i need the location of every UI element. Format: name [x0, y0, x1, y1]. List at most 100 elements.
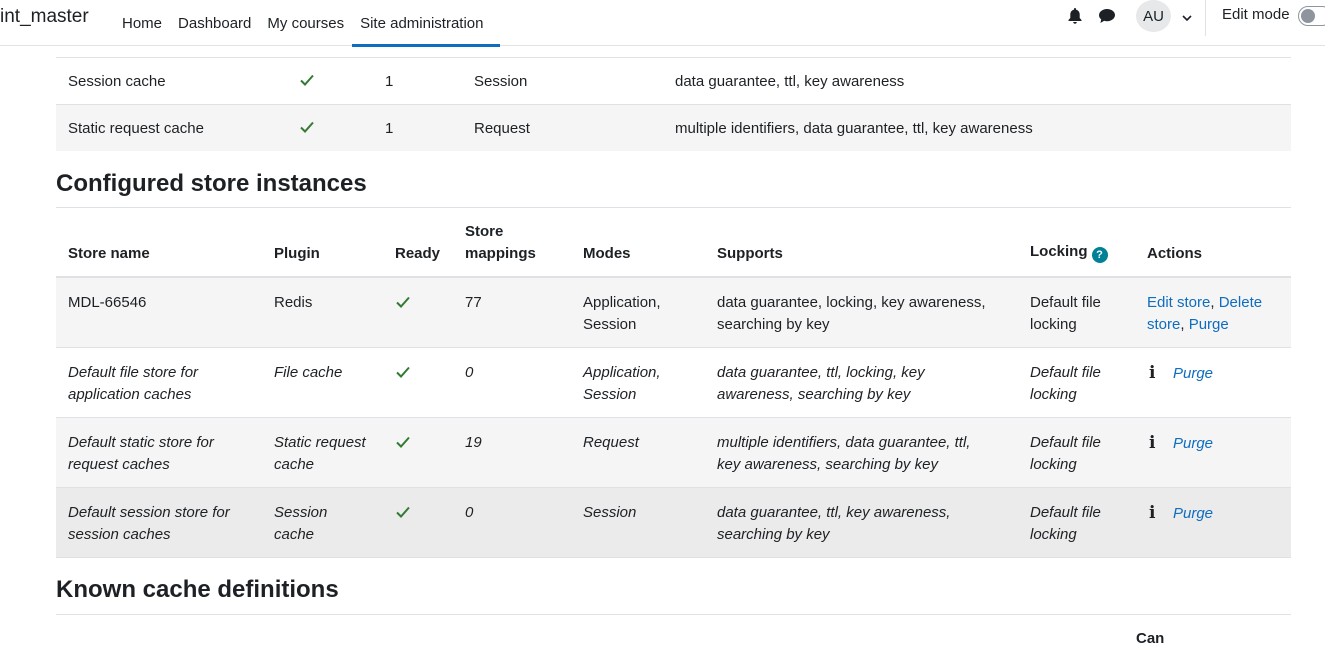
- store-locking-line1: Default file: [1030, 364, 1101, 381]
- store-locking-line2: locking: [1030, 386, 1077, 403]
- cache-definitions-heading: Known cache definitions: [56, 576, 339, 603]
- store-name-line1: Default static store for: [68, 434, 214, 451]
- store-modes: Application, Session: [583, 292, 661, 336]
- help-icon[interactable]: ?: [1091, 247, 1108, 263]
- col-actions: Actions: [1147, 245, 1203, 262]
- ready-check-icon: [299, 72, 315, 92]
- section-divider: [56, 614, 1291, 615]
- store-modes-line1: Application,: [583, 294, 661, 311]
- edit-store-link[interactable]: Edit store: [1147, 294, 1210, 311]
- store-name: Default file store for application cache…: [68, 362, 198, 406]
- store-mappings: 19: [465, 434, 482, 451]
- plugin-name: Static request cache: [68, 120, 204, 137]
- store-modes-line2: Session: [583, 316, 637, 333]
- col-plugin[interactable]: Plugin: [274, 243, 320, 265]
- store-actions: i Purge: [1149, 502, 1213, 525]
- store-modes: Request: [583, 434, 639, 451]
- store-locking-line1: Default file: [1030, 504, 1101, 521]
- store-locking-line2: locking: [1030, 526, 1077, 543]
- store-supports-line2: searching by key: [717, 316, 830, 333]
- notifications-bell-icon[interactable]: [1064, 5, 1086, 27]
- store-supports-line2: awareness, searching by key: [717, 386, 911, 403]
- store-plugin: Redis: [274, 294, 313, 311]
- store-mappings: 0: [465, 504, 474, 521]
- messages-chat-icon[interactable]: [1096, 5, 1118, 27]
- store-modes: Application, Session: [583, 362, 661, 406]
- store-supports: data guarantee, ttl, locking, key awaren…: [717, 362, 925, 406]
- store-actions: i Purge: [1149, 362, 1213, 385]
- store-actions: Edit store, Delete store, Purge: [1147, 294, 1263, 333]
- store-supports-line1: data guarantee, ttl, locking, key: [717, 364, 925, 381]
- edit-mode-toggle[interactable]: [1298, 6, 1325, 26]
- col-store-name[interactable]: Store name: [68, 243, 150, 265]
- store-locking: Default file locking: [1030, 292, 1101, 336]
- nav-home[interactable]: Home: [114, 0, 170, 46]
- table-row: Static request cache 1 Request multiple …: [56, 104, 1291, 151]
- store-supports-line1: multiple identifiers, data guarantee, tt…: [717, 434, 971, 451]
- store-name: MDL-66546: [68, 294, 147, 311]
- col-store-mappings[interactable]: Store mappings: [465, 221, 536, 265]
- col-can-partial[interactable]: Can: [1136, 628, 1164, 650]
- plugin-name: Session cache: [68, 73, 166, 90]
- store-plugin: File cache: [274, 364, 343, 381]
- ready-check-icon: [299, 119, 315, 139]
- store-plugin-line1: Static request: [274, 434, 366, 451]
- store-supports: data guarantee, ttl, key awareness, sear…: [717, 502, 950, 546]
- delete-store-link-part2[interactable]: store: [1147, 316, 1180, 333]
- col-ready[interactable]: Ready: [395, 243, 440, 265]
- store-locking: Default file locking: [1030, 502, 1101, 546]
- store-supports: multiple identifiers, data guarantee, tt…: [717, 432, 970, 476]
- plugin-summary-table: Session cache 1 Session data guarantee, …: [56, 57, 1291, 151]
- info-icon[interactable]: i: [1149, 362, 1163, 384]
- col-locking-label: Locking: [1030, 243, 1088, 260]
- store-count: 1: [385, 73, 394, 90]
- ready-check-icon: [395, 364, 411, 387]
- plugin-supports: data guarantee, ttl, key awareness: [675, 73, 905, 90]
- info-icon[interactable]: i: [1149, 502, 1163, 524]
- table-row: Default static store for request caches …: [56, 418, 1291, 488]
- col-store-mappings-line2: mappings: [465, 245, 536, 262]
- store-plugin-line2: cache: [274, 456, 315, 473]
- store-name: Default static store for request caches: [68, 432, 214, 476]
- store-locking-line1: Default file: [1030, 294, 1101, 311]
- plugin-modes: Request: [474, 120, 530, 137]
- store-plugin: Static request cache: [274, 432, 366, 476]
- store-supports-line2: key awareness, searching by key: [717, 456, 938, 473]
- user-avatar[interactable]: AU: [1136, 0, 1171, 32]
- nav-dashboard[interactable]: Dashboard: [170, 0, 259, 46]
- col-modes[interactable]: Modes: [583, 243, 631, 265]
- user-menu-chevron-down-icon[interactable]: [1176, 7, 1198, 29]
- store-actions: i Purge: [1149, 432, 1213, 455]
- store-supports-line2: searching by key: [717, 526, 830, 543]
- table-row: Default session store for session caches…: [56, 488, 1291, 558]
- store-supports: data guarantee, locking, key awareness, …: [717, 292, 986, 336]
- ready-check-icon: [395, 504, 411, 527]
- table-row: Session cache 1 Session data guarantee, …: [56, 57, 1291, 104]
- plugin-supports: multiple identifiers, data guarantee, tt…: [675, 120, 1033, 137]
- store-supports-line1: data guarantee, ttl, key awareness,: [717, 504, 951, 521]
- store-count: 1: [385, 120, 394, 137]
- store-mappings: 77: [465, 294, 482, 311]
- info-icon[interactable]: i: [1149, 432, 1163, 454]
- col-supports[interactable]: Supports: [717, 243, 783, 265]
- store-locking-line2: locking: [1030, 456, 1077, 473]
- delete-store-link-part1[interactable]: Delete: [1219, 294, 1262, 311]
- nav-site-administration[interactable]: Site administration: [352, 0, 500, 47]
- store-locking-line2: locking: [1030, 316, 1077, 333]
- store-supports-line1: data guarantee, locking, key awareness,: [717, 294, 986, 311]
- store-locking-line1: Default file: [1030, 434, 1101, 451]
- table-header: Store name Plugin Ready Store mappings M…: [56, 208, 1291, 278]
- purge-link[interactable]: Purge: [1173, 435, 1213, 452]
- ready-check-icon: [395, 434, 411, 457]
- store-instances-table: Store name Plugin Ready Store mappings M…: [56, 208, 1291, 558]
- purge-link[interactable]: Purge: [1173, 365, 1213, 382]
- table-row: MDL-66546 Redis 77 Application, Session …: [56, 278, 1291, 348]
- table-row: Default file store for application cache…: [56, 348, 1291, 418]
- store-instances-heading: Configured store instances: [56, 170, 367, 197]
- nav-my-courses[interactable]: My courses: [259, 0, 352, 46]
- purge-link[interactable]: Purge: [1173, 505, 1213, 522]
- store-name: Default session store for session caches: [68, 502, 230, 546]
- site-brand[interactable]: int_master: [0, 6, 89, 28]
- store-modes-line1: Application,: [583, 364, 661, 381]
- purge-link[interactable]: Purge: [1189, 316, 1229, 333]
